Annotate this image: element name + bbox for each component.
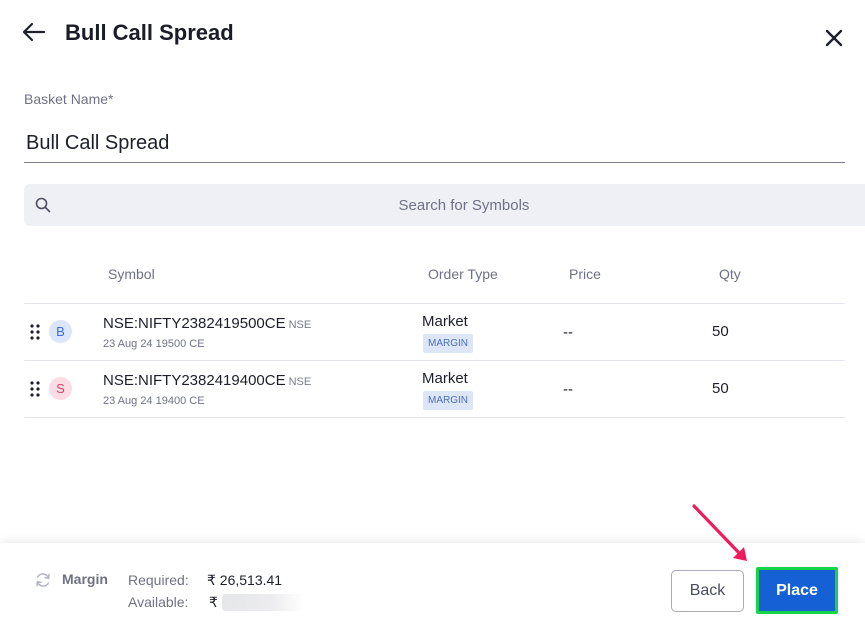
symbol-description: 23 Aug 24 19500 CE — [103, 338, 205, 350]
search-input[interactable] — [64, 184, 864, 226]
column-header-order-type: Order Type — [428, 266, 498, 282]
order-type: Market — [422, 313, 468, 330]
redacted-available-amount — [222, 594, 304, 611]
symbol-ticker: NSE:NIFTY2382419500CE — [103, 315, 286, 332]
drag-handle-icon[interactable] — [30, 381, 40, 397]
annotation-arrow — [692, 504, 747, 561]
symbol-name: NSE:NIFTY2382419400CE NSE — [103, 372, 311, 389]
search-icon — [35, 197, 51, 213]
price-value: -- — [563, 381, 573, 398]
margin-label: Margin — [62, 571, 108, 587]
column-header-qty: Qty — [719, 266, 741, 282]
back-button[interactable]: Back — [671, 570, 744, 612]
symbol-description: 23 Aug 24 19400 CE — [103, 395, 205, 407]
qty-value: 50 — [712, 380, 729, 397]
sell-side-badge: S — [49, 377, 72, 400]
basket-name-input[interactable] — [24, 124, 845, 163]
symbol-name: NSE:NIFTY2382419500CE NSE — [103, 315, 311, 332]
order-type: Market — [422, 370, 468, 387]
drag-handle-icon[interactable] — [30, 324, 40, 340]
available-margin-value: ₹ — [209, 594, 218, 610]
column-header-symbol: Symbol — [108, 266, 155, 282]
exchange-tag: NSE — [288, 376, 312, 388]
arrow-left-icon[interactable] — [22, 22, 46, 42]
required-margin-value: ₹ 26,513.41 — [207, 572, 283, 588]
buy-side-badge: B — [49, 320, 72, 343]
price-value: -- — [563, 324, 573, 341]
table-header: Symbol Order Type Price Qty — [24, 246, 845, 304]
column-header-price: Price — [569, 266, 601, 282]
close-icon[interactable] — [823, 27, 845, 49]
place-button[interactable]: Place — [756, 567, 838, 614]
refresh-icon[interactable] — [34, 571, 52, 589]
basket-orders-table: Symbol Order Type Price Qty B NSE:NIFTY2… — [24, 246, 845, 418]
required-label: Required: — [128, 572, 189, 588]
symbol-search-box[interactable] — [24, 184, 865, 226]
page-title: Bull Call Spread — [65, 20, 234, 45]
basket-name-label: Basket Name* — [24, 91, 114, 107]
modal-header: Bull Call Spread — [0, 0, 865, 70]
table-row[interactable]: B NSE:NIFTY2382419500CE NSE 23 Aug 24 195… — [24, 304, 845, 361]
table-row[interactable]: S NSE:NIFTY2382419400CE NSE 23 Aug 24 194… — [24, 361, 845, 418]
available-label: Available: — [128, 594, 189, 610]
symbol-ticker: NSE:NIFTY2382419400CE — [103, 372, 286, 389]
exchange-tag: NSE — [288, 319, 312, 331]
product-badge: MARGIN — [423, 334, 473, 353]
product-badge: MARGIN — [423, 391, 473, 410]
qty-value: 50 — [712, 323, 729, 340]
